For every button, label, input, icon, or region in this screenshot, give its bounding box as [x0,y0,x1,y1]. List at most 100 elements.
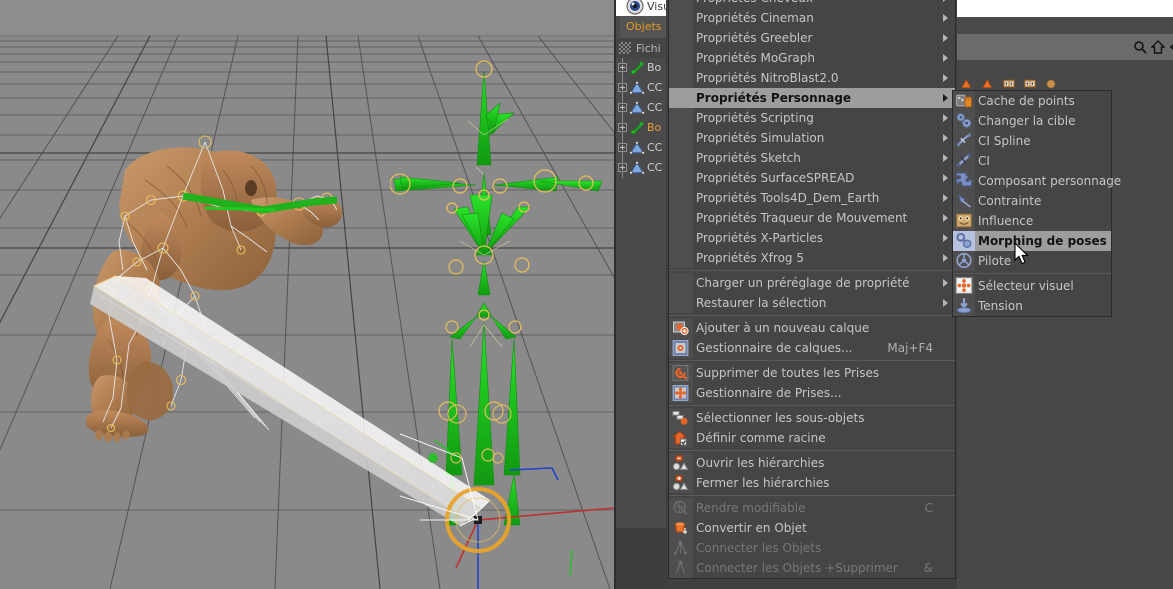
object-tree-row[interactable]: Bo [616,58,666,78]
triangle-tag-icon[interactable] [960,78,974,90]
submenu-arrow-icon [943,194,948,202]
sphere-tag-icon[interactable] [1044,78,1058,90]
submenu-arrow-icon [943,94,948,102]
object-name: CC [647,141,663,154]
submenu-item[interactable]: Cache de points [953,91,1111,111]
menu-item[interactable]: Propriétés X-Particles [669,228,955,248]
menu-item[interactable]: Fermer les hiérarchies [669,473,955,493]
magnifier-icon[interactable] [1133,40,1147,54]
object-properties-context-menu[interactable]: Propriétés Cheveux Propriétés Cineman Prop… [669,0,955,578]
object-manager[interactable]: Visu Objets Fichi Bo CC CC Bo CC CC [616,0,666,589]
menu-item-label: Propriétés Scripting [696,111,814,125]
menu-item-label: Ouvrir les hiérarchies [696,456,825,470]
menu-item[interactable]: Propriétés SurfaceSPREAD [669,168,955,188]
eye-icon [626,0,644,15]
menu-item[interactable]: Propriétés Greebler [669,28,955,48]
visualize-label: Visu [647,0,666,13]
expand-toggle-icon[interactable] [618,63,627,72]
object-name: CC [647,81,663,94]
expand-toggle-icon[interactable] [618,163,627,172]
tension-icon [955,297,973,314]
menu-fichier[interactable]: Fichi [636,42,661,55]
submenu-item[interactable]: Changer la cible [953,111,1111,131]
menu-item[interactable]: Définir comme racine [669,428,955,448]
object-tree-row[interactable]: CC [616,98,666,118]
grip-handle-icon[interactable] [619,42,631,54]
submenu-arrow-icon [943,0,948,2]
menu-item-label: Ajouter à un nouveau calque [696,321,870,335]
back-arrow-icon[interactable] [1168,40,1173,54]
null-icon [629,160,645,175]
menu-item-label: Gestionnaire de Prises... [696,386,842,400]
menu-item[interactable]: Propriétés Cheveux [669,0,955,8]
expand-toggle-icon[interactable] [618,143,627,152]
object-tree: Bo CC CC Bo CC CC [616,58,666,528]
submenu-item[interactable]: Sélecteur visuel [953,276,1111,296]
menu-item-label: Propriétés SurfaceSPREAD [696,171,855,185]
menu-item[interactable]: Restaurer la sélection [669,293,955,313]
submenu-item[interactable]: Morphing de poses [953,231,1111,251]
menu-item-label: Restaurer la sélection [696,296,827,310]
take-manager-icon [672,385,689,401]
menu-item-gutter [669,8,693,28]
submenu-item[interactable]: CI Spline [953,131,1111,151]
submenu-item-label: Pilote [978,254,1012,268]
submenu-item[interactable]: Influence [953,211,1111,231]
menu-item[interactable]: Propriétés Tools4D_Dem_Earth [669,188,955,208]
submenu-arrow-icon [943,114,948,122]
pose-morph-icon [955,232,973,249]
menu-item[interactable]: Gestionnaire de Prises... [669,383,955,403]
object-tree-row[interactable]: CC [616,78,666,98]
eyes-tag-icon[interactable] [1002,78,1016,90]
menu-item[interactable]: Ajouter à un nouveau calque [669,318,955,338]
character-properties-submenu[interactable]: Cache de points Changer la cible CI Spline… [953,91,1121,316]
menu-item-gutter [669,188,693,208]
menu-item[interactable]: Propriétés Simulation [669,128,955,148]
panel-dark-strip [957,17,1173,34]
menu-item[interactable]: Ouvrir les hiérarchies [669,453,955,473]
menu-item-gutter [669,108,693,128]
submenu-item[interactable]: Pilote [953,251,1111,271]
make-editable-icon [672,500,689,516]
object-tree-row[interactable]: CC [616,138,666,158]
menu-item[interactable]: Propriétés NitroBlast2.0 [669,68,955,88]
menu-item: Rendre modifiable C [669,498,955,518]
expand-hierarchy-icon [672,455,689,471]
tab-objets[interactable]: Objets [620,16,666,38]
menu-item-label: Propriétés Simulation [696,131,825,145]
object-tree-row[interactable]: CC [616,158,666,178]
attribute-search-bar[interactable] [957,34,1173,61]
axis-gizmo [400,404,615,589]
menu-item-gutter [669,208,693,228]
menu-item-gutter [669,28,693,48]
menu-item-label: Rendre modifiable [696,501,806,515]
submenu-item[interactable]: CI [953,151,1111,171]
home-icon[interactable] [1151,40,1165,54]
menu-item[interactable]: Sélectionner les sous-objets [669,408,955,428]
object-name: CC [647,161,663,174]
expand-toggle-icon[interactable] [618,123,627,132]
menu-item[interactable]: Gestionnaire de calques... Maj+F4 [669,338,955,358]
menu-item[interactable]: Propriétés Scripting [669,108,955,128]
submenu-item[interactable]: Tension [953,296,1111,316]
menu-item[interactable]: Propriétés MoGraph [669,48,955,68]
bone-icon [630,61,645,75]
menu-item[interactable]: Propriétés Xfrog 5 [669,248,955,268]
connect-delete-icon [672,560,689,576]
menu-item[interactable]: Propriétés Sketch [669,148,955,168]
menu-item[interactable]: Propriétés Traqueur de Mouvement [669,208,955,228]
menu-item[interactable]: Propriétés Cineman [669,8,955,28]
menu-item[interactable]: Charger un préréglage de propriété [669,273,955,293]
eyes-tag-icon[interactable] [1023,78,1037,90]
expand-toggle-icon[interactable] [618,103,627,112]
menu-item[interactable]: Propriétés Personnage [669,88,955,108]
menu-item[interactable]: Supprimer de toutes les Prises [669,363,955,383]
object-tree-row[interactable]: Bo [616,118,666,138]
3d-viewport[interactable] [0,0,616,589]
submenu-item[interactable]: Contrainte [953,191,1111,211]
triangle-tag-icon[interactable] [981,78,995,90]
menu-item[interactable]: Convertir en Objet [669,518,955,538]
menu-item-gutter [669,273,693,293]
submenu-item[interactable]: Composant personnage [953,171,1121,191]
expand-toggle-icon[interactable] [618,83,627,92]
